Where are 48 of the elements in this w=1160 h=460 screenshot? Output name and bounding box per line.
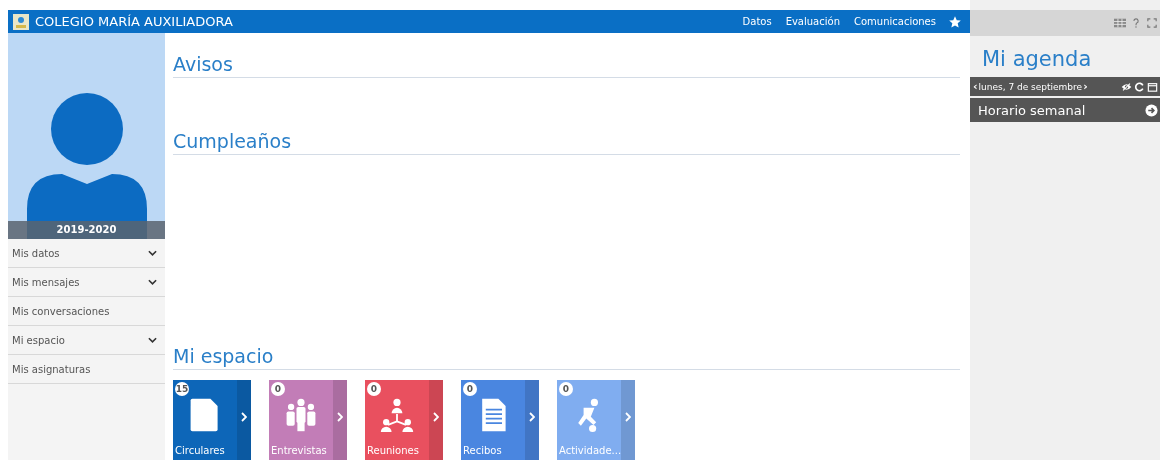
chevron-right-icon (625, 412, 631, 422)
tile-button[interactable]: 0 Entrevistas (269, 380, 347, 460)
date-label: lunes, 7 de septiembre (978, 81, 1083, 92)
next-day-link[interactable]: › (1082, 80, 1089, 93)
star-icon[interactable] (948, 14, 962, 29)
refresh-icon[interactable] (1134, 81, 1145, 92)
count-badge: 0 (271, 382, 285, 396)
count-badge: 0 (367, 382, 381, 396)
nav-link[interactable]: Datos (742, 16, 772, 27)
schedule-label: Horario semanal (978, 102, 1086, 118)
nav-link[interactable]: Evaluación (785, 16, 840, 27)
count-badge: 0 (463, 382, 477, 396)
nav-link[interactable]: Comunicaciones (853, 16, 936, 27)
count-badge: 0 (559, 382, 573, 396)
tile-label: Circulares (175, 445, 225, 456)
schedule-row[interactable]: Horario semanal (970, 98, 1160, 122)
chevron-right-icon (241, 412, 247, 422)
menu-item[interactable]: Mi espacio (8, 326, 165, 355)
menu-item[interactable]: Mis datos (8, 239, 165, 268)
network-people-icon (379, 397, 415, 433)
calendar-icon[interactable] (1147, 81, 1158, 92)
tile-button[interactable]: 0 Recibos (461, 380, 539, 460)
agenda-title: Mi agenda (981, 46, 1093, 73)
tile-label: Entrevistas (271, 445, 327, 456)
grid-icon[interactable] (1114, 18, 1126, 28)
school-name: COLEGIO MARÍA AUXILIADORA (35, 14, 233, 29)
tile-button[interactable]: 0 Actividade... (557, 380, 635, 460)
previous-day-link[interactable]: ‹ (972, 80, 979, 93)
tile-label: Actividade... (559, 445, 622, 456)
section-heading: Cumpleaños (173, 128, 960, 155)
eye-slash-icon[interactable] (1121, 81, 1132, 92)
logo-icon (13, 13, 29, 30)
school-year: 2019-2020 (8, 221, 165, 239)
tile-label: Reuniones (367, 445, 419, 456)
arrow-circle-icon (1145, 103, 1158, 117)
chevron-right-icon (337, 412, 343, 422)
tile-label: Recibos (463, 445, 502, 456)
tile-button[interactable]: 15 Circulares (173, 380, 251, 460)
chevron-right-icon (529, 412, 535, 422)
chevron-right-icon (433, 412, 439, 422)
menu-item[interactable]: Mis conversaciones (8, 297, 165, 326)
section-heading: Avisos (173, 51, 960, 78)
menu-item[interactable]: Mis asignaturas (8, 355, 165, 384)
menu-item[interactable]: Mis mensajes (8, 268, 165, 297)
section-heading: Mi espacio (173, 343, 960, 370)
count-badge: 15 (175, 382, 189, 396)
help-icon[interactable] (1130, 18, 1142, 28)
tile-button[interactable]: 0 Reuniones (365, 380, 443, 460)
